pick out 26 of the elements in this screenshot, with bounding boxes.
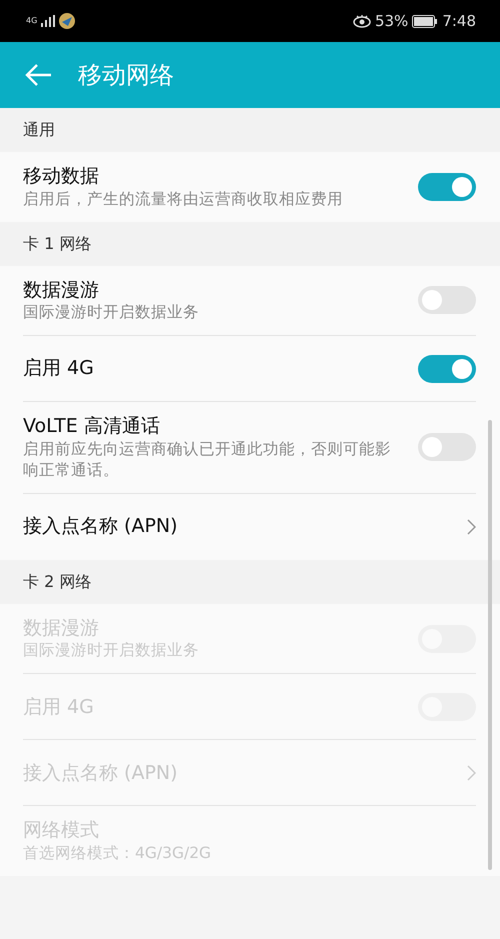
toggle-switch[interactable] (418, 286, 476, 314)
setting-title[interactable]: 移动数据 (23, 164, 343, 189)
setting-title[interactable]: VoLTE 高清通话 (23, 414, 393, 439)
clock: 7:48 (442, 10, 476, 32)
setting-description: 启用前应先向运营商确认已开通此功能，否则可能影响正常通话。 (23, 438, 392, 481)
setting-description: 国际漫游时开启数据业务 (23, 302, 199, 324)
page-title: 移动网络 (78, 60, 174, 91)
battery-percent: 53% (374, 10, 408, 32)
setting-title[interactable]: 数据漫游 (23, 278, 199, 302)
signal-icon (41, 15, 56, 27)
network-type: 4G (26, 17, 38, 25)
chevron-icon (467, 764, 476, 781)
section-header: 卡 2 网络 (23, 570, 92, 593)
toggle-switch[interactable] (418, 172, 476, 201)
setting-description: 启用后，产生的流量将由运营商收取相应费用 (23, 188, 343, 210)
chevron-icon (467, 518, 476, 535)
app-icon (59, 13, 76, 29)
setting-title[interactable]: 接入点名称 (APN) (23, 514, 178, 540)
toggle-switch[interactable] (418, 354, 476, 383)
battery-icon (412, 14, 438, 28)
section-header: 卡 1 网络 (23, 232, 92, 255)
eye-icon (352, 14, 371, 28)
back-icon[interactable] (24, 63, 52, 87)
setting-title[interactable]: 启用 4G (23, 356, 94, 382)
toggle-switch[interactable] (418, 433, 476, 462)
section-header: 通用 (23, 119, 55, 141)
